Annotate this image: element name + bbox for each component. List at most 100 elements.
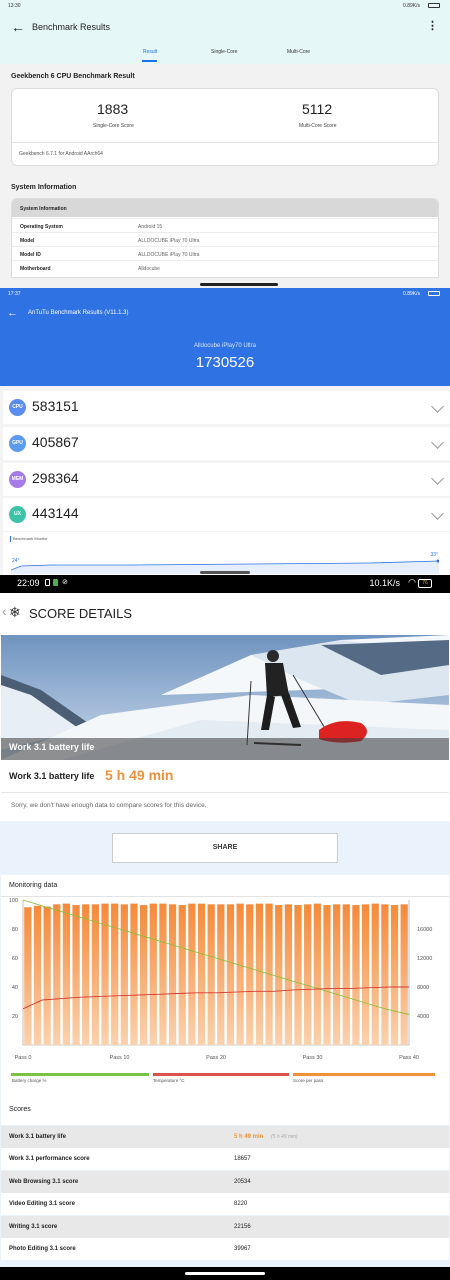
- app-bar: ← Benchmark Results ⋮ Result Single-Core…: [0, 11, 450, 64]
- sysinfo-title: System Information: [11, 184, 77, 191]
- score-bar: [111, 903, 119, 1045]
- mem-score-row[interactable]: MEM 298364: [3, 463, 450, 496]
- row-value: Alldocube: [138, 266, 160, 272]
- mem-score: 298364: [32, 470, 79, 486]
- legend-battery: Battery charge %: [12, 1078, 47, 1083]
- table-header-label: System Information: [20, 206, 67, 212]
- score-bar: [313, 903, 321, 1045]
- score-bar: [33, 905, 42, 1045]
- temperature-line: [22, 986, 409, 1010]
- score-value: 5 h 49 min: [234, 1134, 264, 1140]
- score-row: Web Browsing 3.1 score 20534: [1, 1171, 449, 1193]
- monitor-label: Benchmark Monitor: [13, 536, 48, 541]
- back-arrow-icon[interactable]: ←: [11, 19, 25, 35]
- score-bar: [255, 903, 264, 1045]
- score-bar: [140, 905, 148, 1045]
- page-title: Benchmark Results: [32, 22, 111, 32]
- version-text: Geekbench 6.7.1 for Android AArch64: [19, 151, 103, 157]
- battery-icon: [428, 3, 440, 8]
- score-row: Photo Editing 3.1 score 39967: [1, 1238, 449, 1260]
- antutu-header: 17:37 0.89K/s ← AnTuTu Benchmark Results…: [0, 288, 450, 386]
- cpu-score-row[interactable]: CPU 583151: [3, 391, 450, 424]
- score-bar: [91, 904, 99, 1045]
- nav-area: [0, 1267, 450, 1280]
- y-left-tick-label: 40: [12, 985, 18, 991]
- score-name: Writing 3.1 score: [9, 1224, 58, 1230]
- row-value: ALLDOCUBE iPlay 70 Ultra: [138, 238, 200, 244]
- benchmark-monitor: Benchmark Monitor 24° 33°: [3, 532, 450, 575]
- score-value: 22156: [234, 1224, 251, 1230]
- legend-score-swatch: [293, 1073, 435, 1076]
- hero-caption: Work 3.1 battery life: [9, 742, 95, 752]
- chevron-down-icon[interactable]: [431, 400, 444, 413]
- gesture-bar: [200, 571, 250, 574]
- tab-result[interactable]: Result: [143, 49, 157, 55]
- score-bar: [361, 904, 370, 1045]
- table-row: Model ID ALLDOCUBE iPlay 70 Ultra: [12, 246, 438, 260]
- score-name: Work 3.1 performance score: [9, 1156, 90, 1162]
- total-score: 1730526: [195, 354, 255, 371]
- legend-score: Score per pass: [293, 1078, 324, 1083]
- row-value: ALLDOCUBE iPlay 70 Ultra: [138, 252, 200, 258]
- score-bar: [53, 904, 61, 1045]
- score-bar: [159, 903, 167, 1045]
- status-time: 17:37: [8, 291, 21, 297]
- ux-score-row[interactable]: UX 443144: [3, 498, 450, 531]
- y-left-tick-label: 80: [12, 927, 18, 933]
- multi-core-score: 5112: [302, 101, 333, 117]
- y-left-tick-label: 20: [12, 1014, 18, 1020]
- page-title: SCORE DETAILS: [29, 606, 133, 621]
- score-bar: [352, 905, 360, 1045]
- score-bar: [390, 905, 399, 1045]
- score-bar: [400, 904, 408, 1045]
- score-bar: [188, 903, 196, 1045]
- monitor-marker: [10, 536, 11, 542]
- tab-single-core[interactable]: Single-Core: [211, 49, 237, 55]
- gpu-icon: GPU: [9, 435, 26, 452]
- snowflake-icon: ❄: [9, 604, 21, 620]
- mem-icon: MEM: [9, 471, 26, 488]
- row-key: Model ID: [20, 252, 41, 258]
- score-bar: [178, 905, 186, 1045]
- score-row: Writing 3.1 score 22156: [1, 1216, 449, 1238]
- result-label: Work 3.1 battery life: [9, 771, 95, 781]
- score-bar: [333, 904, 341, 1045]
- y-right-tick-label: 12000: [417, 956, 432, 962]
- row-value: Android 15: [138, 224, 163, 230]
- divider: [12, 142, 438, 143]
- gpu-score: 405867: [32, 434, 79, 450]
- cpu-score: 583151: [32, 398, 79, 414]
- score-name: Work 3.1 battery life: [9, 1134, 66, 1140]
- score-bar: [284, 904, 292, 1045]
- header: ‹ ❄ SCORE DETAILS: [0, 593, 450, 635]
- score-sub: (5 h 49 min): [271, 1134, 298, 1140]
- chevron-down-icon[interactable]: [431, 472, 444, 485]
- ux-icon: UX: [9, 506, 26, 523]
- row-key: Model: [20, 238, 35, 244]
- legend-battery-swatch: [11, 1073, 149, 1076]
- back-chevron-icon[interactable]: ‹: [2, 603, 7, 619]
- status-speed: 10.1K/s: [369, 578, 400, 588]
- score-bar: [24, 907, 32, 1045]
- score-bar: [294, 905, 302, 1045]
- compare-note: Sorry, we don't have enough data to comp…: [11, 802, 207, 809]
- wifi-icon: ◠: [408, 577, 416, 587]
- gpu-score-row[interactable]: GPU 405867: [3, 427, 450, 460]
- more-menu-icon[interactable]: ⋮: [427, 19, 438, 32]
- y-right-tick-label: 16000: [417, 927, 432, 933]
- tab-multi-core[interactable]: Multi-Core: [287, 49, 310, 55]
- share-button[interactable]: SHARE: [112, 833, 338, 863]
- notification-icon: [45, 579, 50, 586]
- score-bar: [197, 903, 206, 1045]
- pcmark-panel: 22:09 ⊘ 10.1K/s ◠ 76 ‹ ❄ SCORE DETAILS W…: [0, 575, 450, 1280]
- score-value: 8220: [234, 1201, 248, 1207]
- chevron-down-icon[interactable]: [431, 436, 444, 449]
- back-arrow-icon[interactable]: ←: [7, 307, 18, 319]
- row-key: Operating System: [20, 224, 63, 230]
- table-header: System Information: [12, 199, 438, 217]
- cpu-icon: CPU: [9, 399, 26, 416]
- score-bar: [381, 904, 389, 1045]
- chevron-down-icon[interactable]: [431, 507, 444, 520]
- legend-temperature-swatch: [153, 1073, 289, 1076]
- status-time: 22:09: [17, 578, 40, 588]
